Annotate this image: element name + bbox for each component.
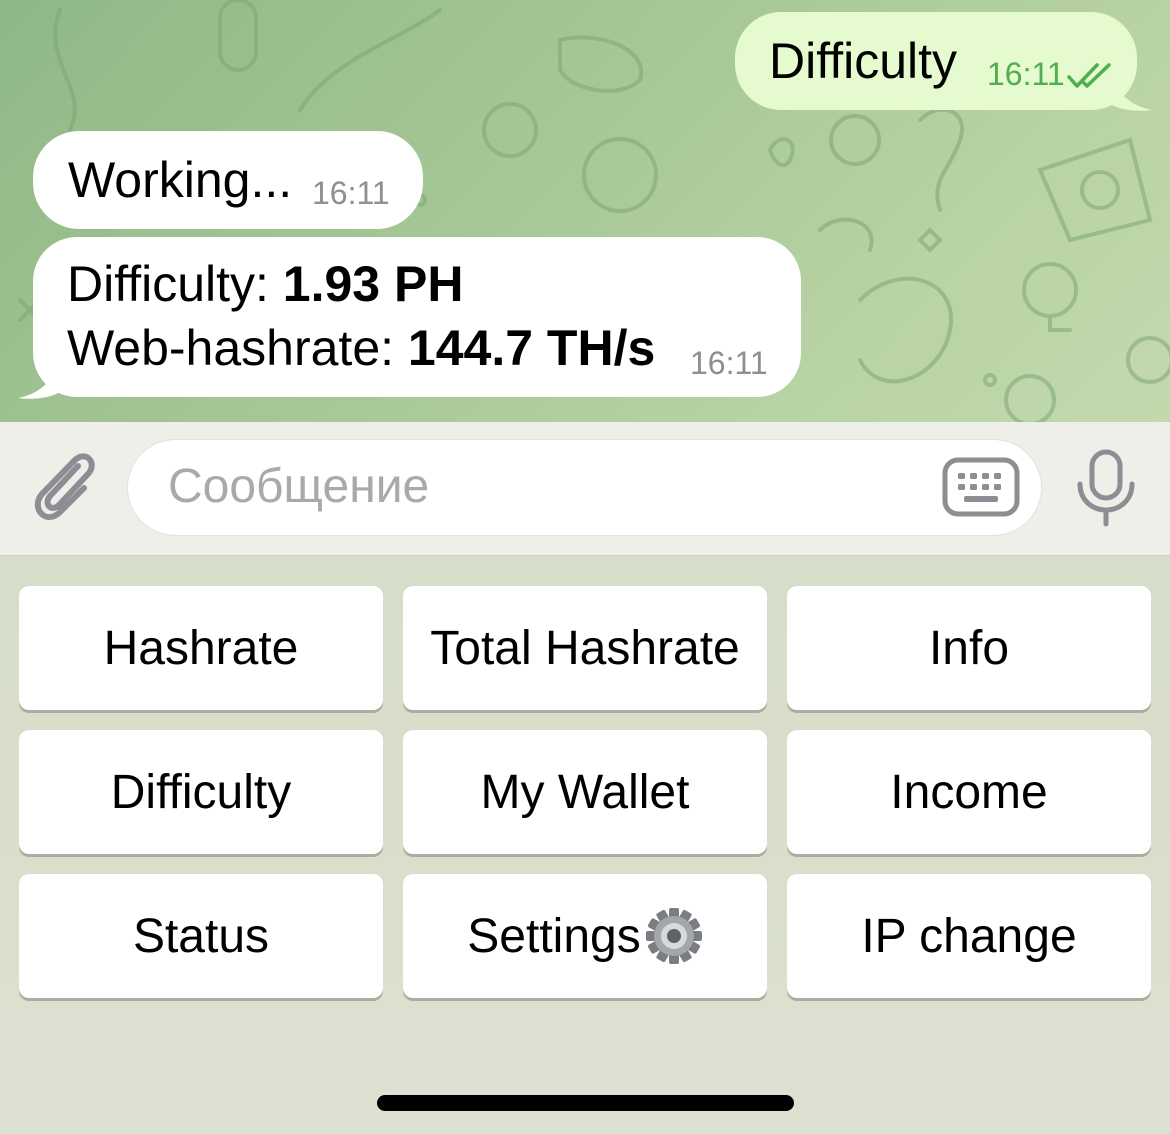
incoming-message-working[interactable]: Working... 16:11	[33, 131, 423, 229]
double-check-icon	[1067, 63, 1111, 88]
outgoing-message-time: 16:11	[987, 56, 1065, 92]
message-input-placeholder: Сообщение	[168, 460, 430, 513]
result-message-time: 16:11	[690, 345, 768, 381]
web-hashrate-label: Web-hashrate:	[67, 320, 408, 376]
difficulty-line: Difficulty: 1.93 PH	[67, 255, 463, 313]
working-message-time: 16:11	[312, 175, 390, 211]
income-button[interactable]: Income	[787, 730, 1151, 854]
incoming-message-result[interactable]: Difficulty: 1.93 PH Web-hashrate: 144.7 …	[33, 237, 801, 397]
hashrate-button[interactable]: Hashrate	[19, 586, 383, 710]
difficulty-button[interactable]: Difficulty	[19, 730, 383, 854]
incoming-bubble-tail	[18, 360, 60, 399]
income-button-label: Income	[890, 765, 1048, 819]
outgoing-bubble-tail	[1110, 72, 1152, 111]
web-hashrate-line: Web-hashrate: 144.7 TH/s	[67, 319, 655, 377]
info-button[interactable]: Info	[787, 586, 1151, 710]
info-button-label: Info	[928, 621, 1010, 675]
difficulty-button-label: Difficulty	[110, 765, 292, 819]
attach-icon[interactable]	[28, 448, 102, 524]
total-hashrate-button[interactable]: Total Hashrate	[403, 586, 767, 710]
chat-area: Difficulty 16:11 Working... 16:11 Diffic…	[0, 0, 1170, 422]
status-button-label: Status	[132, 909, 270, 963]
my-wallet-button[interactable]: My Wallet	[403, 730, 767, 854]
microphone-icon[interactable]	[1072, 448, 1140, 528]
my-wallet-button-label: My Wallet	[480, 765, 690, 819]
keyboard-icon[interactable]	[942, 457, 1020, 517]
ip-change-button-label: IP change	[861, 909, 1077, 963]
settings-button[interactable]: Settings	[403, 874, 767, 998]
hashrate-button-label: Hashrate	[103, 621, 299, 675]
total-hashrate-button-label: Total Hashrate	[430, 621, 740, 675]
outgoing-message[interactable]: Difficulty 16:11	[735, 12, 1137, 110]
message-input[interactable]: Сообщение	[127, 439, 1042, 536]
difficulty-label: Difficulty:	[67, 256, 283, 312]
home-indicator[interactable]	[377, 1095, 794, 1111]
outgoing-message-text: Difficulty	[769, 33, 958, 89]
difficulty-value: 1.93 PH	[282, 256, 464, 312]
ip-change-button[interactable]: IP change	[787, 874, 1151, 998]
web-hashrate-value: 144.7 TH/s	[407, 320, 656, 376]
settings-button-label: Settings	[467, 909, 641, 963]
working-message-text: Working...	[68, 152, 293, 208]
gear-icon	[645, 908, 702, 964]
status-button[interactable]: Status	[19, 874, 383, 998]
